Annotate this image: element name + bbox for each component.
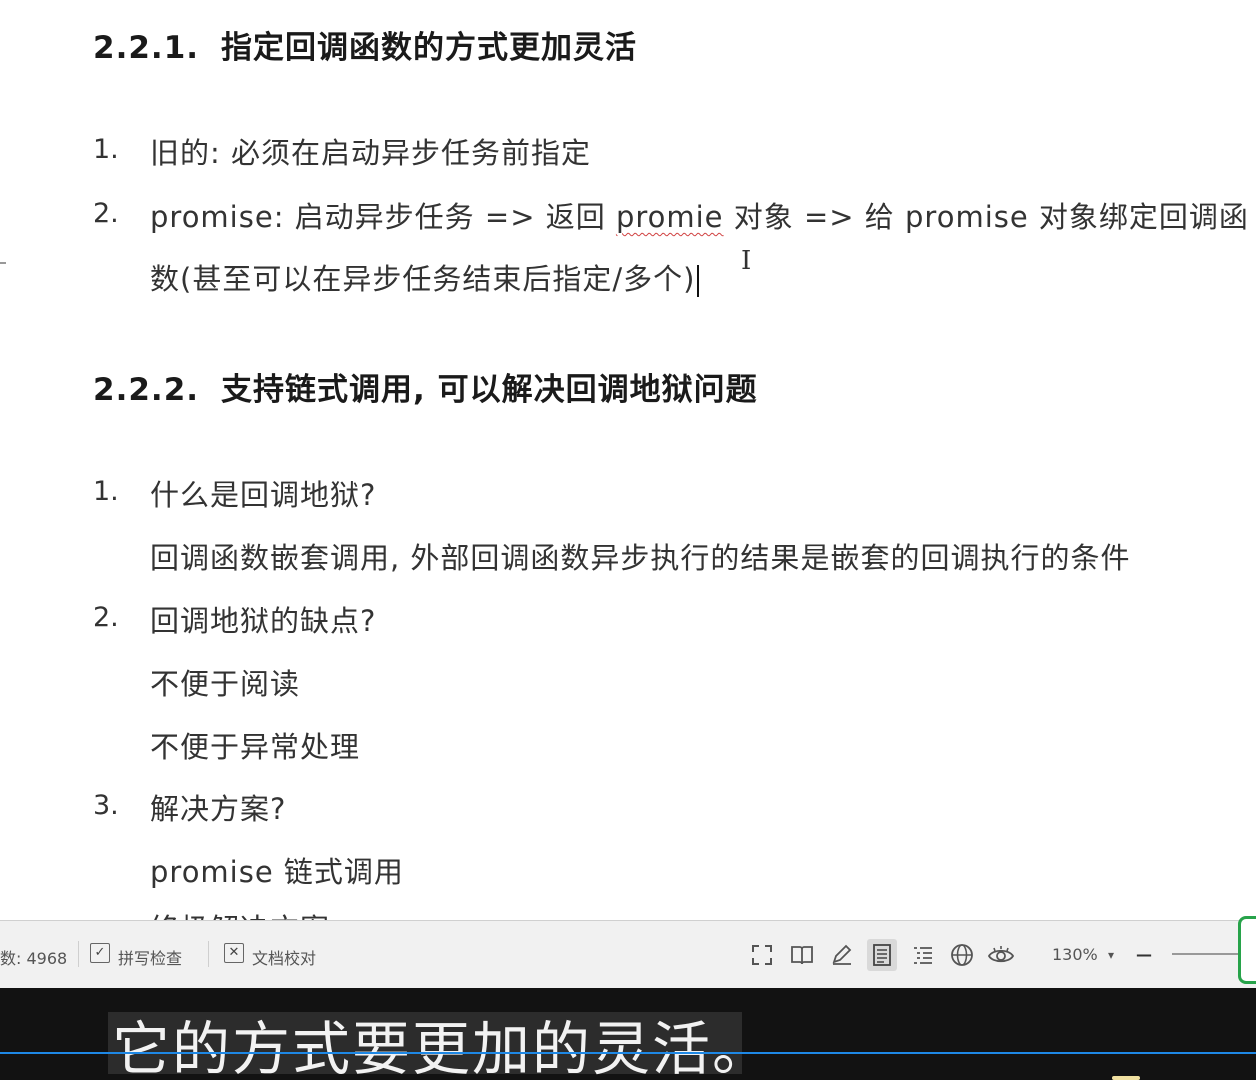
proofread-icon: ✕ — [224, 943, 244, 963]
list-item-subtext: promise 链式调用 — [150, 855, 404, 889]
word-count[interactable]: 数: 4968 — [0, 945, 67, 969]
zoom-level: 130% — [1052, 945, 1098, 964]
ibeam-cursor-icon: I — [741, 246, 752, 276]
document-page[interactable]: 2.2.1. 指定回调函数的方式更加灵活 1. 旧的: 必须在启动异步任务前指定 … — [0, 0, 1256, 920]
section-heading-2-2-1: 2.2.1. 指定回调函数的方式更加灵活 — [93, 22, 637, 67]
subtitle-bar: 它的方式要更加的灵活。 — [0, 988, 1256, 1083]
list-item-text: promise: 启动异步任务 => 返回 promie 对象 => 给 pro… — [150, 194, 1249, 236]
margin-marker — [0, 262, 6, 264]
list-item-text: 回调地狱的缺点? — [150, 604, 377, 638]
list-number: 2. — [93, 602, 119, 633]
status-bar: 数: 4968 ✓ 拼写检查 ✕ 文档校对 130% ▾ — — [0, 920, 1256, 989]
spell-check-button[interactable]: ✓ 拼写检查 — [90, 939, 200, 971]
book-icon[interactable] — [787, 939, 817, 971]
list-number: 1. — [93, 134, 119, 165]
text-run: 对象 => 给 promise 对象绑定回调函 — [723, 200, 1249, 234]
fullscreen-icon[interactable] — [747, 939, 777, 971]
section-number: 2.2.2. — [93, 372, 200, 408]
list-item-subtext: 不便于异常处理 — [150, 730, 361, 764]
side-panel-handle[interactable] — [1238, 916, 1256, 984]
section-heading-2-2-2: 2.2.2. 支持链式调用, 可以解决回调地狱问题 — [93, 364, 758, 409]
divider — [208, 941, 209, 967]
list-item-text: 旧的: 必须在启动异步任务前指定 — [150, 136, 591, 170]
list-item-text: 解决方案? — [150, 792, 287, 826]
checkbox-icon: ✓ — [90, 943, 110, 963]
list-item-subtext: 回调函数嵌套调用, 外部回调函数异步执行的结果是嵌套的回调执行的条件 — [150, 541, 1131, 575]
list-item-subtext: 不便于阅读 — [150, 667, 301, 701]
divider — [78, 941, 79, 967]
eye-protection-icon[interactable] — [986, 939, 1016, 971]
chevron-down-icon: ▾ — [1108, 948, 1115, 962]
section-number: 2.2.1. — [93, 30, 200, 66]
doc-proof-button[interactable]: ✕ 文档校对 — [224, 939, 334, 971]
globe-icon[interactable] — [947, 939, 977, 971]
list-item-continuation: 数(甚至可以在异步任务结束后指定/多个) — [150, 256, 700, 298]
zoom-out-button[interactable]: — — [1136, 945, 1152, 964]
outline-icon[interactable] — [908, 939, 938, 971]
zoom-dropdown[interactable]: 130% ▾ — [1052, 939, 1124, 971]
page-view-icon[interactable] — [867, 939, 897, 971]
section-title: 支持链式调用, 可以解决回调地狱问题 — [221, 372, 758, 408]
list-number: 1. — [93, 476, 119, 507]
spell-check-label: 拼写检查 — [118, 949, 183, 968]
list-number: 2. — [93, 198, 119, 229]
progress-line — [0, 1052, 1256, 1054]
section-title: 指定回调函数的方式更加灵活 — [221, 30, 638, 66]
list-item-text: 什么是回调地狱? — [150, 478, 377, 512]
subtitle-text: 它的方式要更加的灵活。 — [112, 1015, 773, 1083]
text-run: promise: 启动异步任务 => 返回 — [150, 200, 616, 234]
doc-proof-label: 文档校对 — [252, 949, 317, 968]
pen-icon[interactable] — [827, 939, 857, 971]
zoom-slider[interactable] — [1172, 953, 1242, 955]
list-number: 3. — [93, 790, 119, 821]
misspelled-word[interactable]: promie — [616, 200, 724, 234]
progress-marker — [1112, 1076, 1140, 1080]
text-run: 数(甚至可以在异步任务结束后指定/多个) — [150, 262, 696, 296]
list-item-subtext-clipped: 终极解决方案 — [150, 906, 330, 920]
text-cursor — [697, 265, 700, 297]
